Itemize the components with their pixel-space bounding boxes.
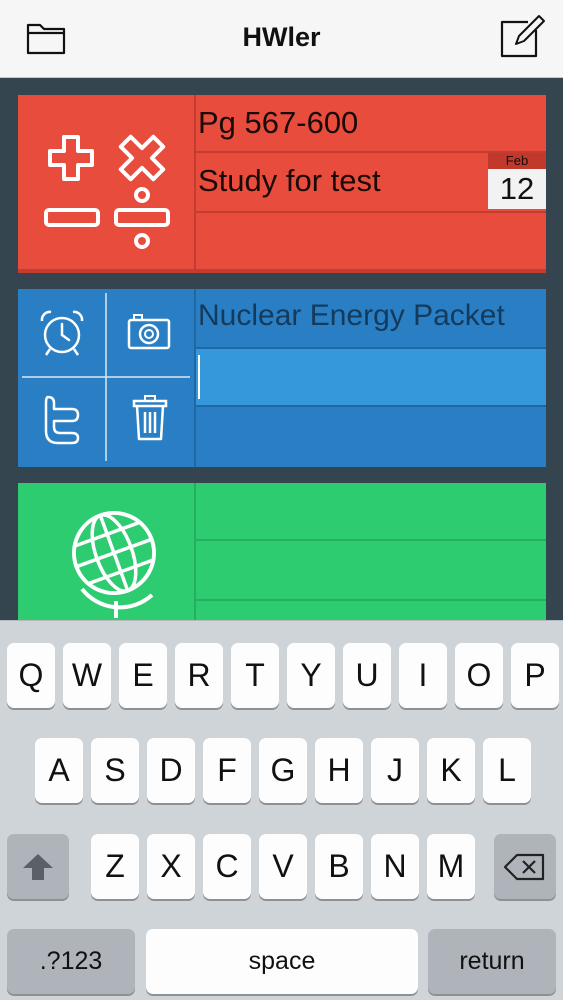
row-separator [196,539,546,541]
row-separator [196,347,546,349]
homework-list: Pg 567-600 Study for test Feb 12 Nuclear… [0,78,563,623]
twitter-icon[interactable] [40,393,84,445]
active-row-input[interactable] [196,347,546,405]
row-separator [196,211,546,213]
app-title: HWler [242,22,321,52]
key-h[interactable]: H [315,738,363,803]
key-x[interactable]: X [147,834,195,899]
shift-arrow-icon [23,853,53,880]
row-1-text[interactable]: Pg 567-600 [198,105,358,141]
key-w[interactable]: W [63,643,111,708]
key-c[interactable]: C [203,834,251,899]
key-s[interactable]: S [91,738,139,803]
homework-card-science[interactable]: Nuclear Energy Packet [18,289,546,467]
key-p[interactable]: P [511,643,559,708]
trash-icon[interactable] [132,393,168,443]
shift-key[interactable] [7,834,69,899]
alarm-clock-icon[interactable] [36,307,88,359]
card-bottom-edge [18,269,546,273]
on-screen-keyboard: Q W E R T Y U I O P A S D F G H J K L Z … [0,620,563,1000]
row-1-text[interactable]: Nuclear Energy Packet [198,299,505,333]
row-2-text[interactable]: Study for test [198,163,381,199]
key-a[interactable]: A [35,738,83,803]
text-cursor [198,355,200,399]
key-y[interactable]: Y [287,643,335,708]
key-l[interactable]: L [483,738,531,803]
return-key[interactable]: return [428,929,556,994]
key-d[interactable]: D [147,738,195,803]
key-k[interactable]: K [427,738,475,803]
row-separator [196,405,546,407]
globe-icon[interactable] [18,483,194,623]
key-t[interactable]: T [231,643,279,708]
key-i[interactable]: I [399,643,447,708]
row-separator [196,599,546,601]
key-b[interactable]: B [315,834,363,899]
card-rows: Nuclear Energy Packet [196,289,546,467]
key-m[interactable]: M [427,834,475,899]
card-actions-panel [18,289,194,467]
key-e[interactable]: E [119,643,167,708]
key-n[interactable]: N [371,834,419,899]
card-rows [196,483,546,623]
key-f[interactable]: F [203,738,251,803]
camera-icon[interactable] [126,311,172,351]
homework-card-math[interactable]: Pg 567-600 Study for test Feb 12 [18,95,546,273]
key-q[interactable]: Q [7,643,55,708]
key-u[interactable]: U [343,643,391,708]
key-r[interactable]: R [175,643,223,708]
key-z[interactable]: Z [91,834,139,899]
key-j[interactable]: J [371,738,419,803]
homework-card-geography[interactable] [18,483,546,623]
key-g[interactable]: G [259,738,307,803]
due-date-badge[interactable]: Feb 12 [488,153,546,209]
key-v[interactable]: V [259,834,307,899]
compose-icon[interactable] [498,14,546,60]
due-month: Feb [488,153,546,169]
backspace-icon [503,853,545,880]
math-operators-icon[interactable] [18,95,194,273]
space-key[interactable]: space [146,929,418,994]
numbers-key[interactable]: .?123 [7,929,135,994]
key-o[interactable]: O [455,643,503,708]
backspace-key[interactable] [494,834,556,899]
due-day: 12 [488,169,546,209]
nav-bar: HWler [0,0,563,78]
